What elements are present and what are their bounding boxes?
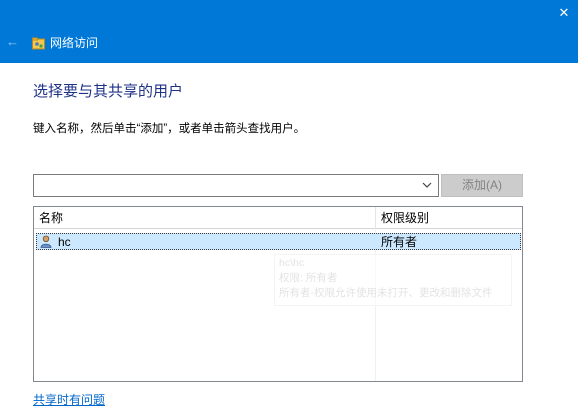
table-row[interactable]: hc 所有者 — [36, 233, 521, 250]
title-bar: ✕ ← 网络访问 — [0, 0, 578, 63]
column-divider[interactable] — [375, 207, 376, 229]
chevron-down-icon[interactable] — [422, 178, 432, 192]
column-header-name[interactable]: 名称 — [39, 211, 63, 225]
page-heading: 选择要与其共享的用户 — [33, 83, 184, 100]
user-name: hc — [58, 235, 71, 249]
faded-tooltip: hc\hc 权限: 所有者 所有者-权限允许使用未打开、更改和删除文件 — [274, 254, 512, 306]
instruction-text: 键入名称，然后单击“添加”，或者单击箭头查找用户。 — [33, 123, 306, 135]
tooltip-line: 所有者-权限允许使用未打开、更改和删除文件 — [279, 287, 493, 299]
sharing-help-link[interactable]: 共享时有问题 — [33, 393, 105, 407]
close-button[interactable]: ✕ — [550, 0, 578, 28]
user-icon — [40, 235, 52, 248]
user-name-input[interactable] — [36, 176, 416, 195]
tooltip-line: hc\hc — [279, 257, 305, 269]
list-header: 名称 权限级别 — [34, 207, 522, 229]
window-title: 网络访问 — [50, 36, 99, 50]
permission-level[interactable]: 所有者 — [381, 235, 417, 249]
add-button[interactable]: 添加(A) — [441, 174, 523, 197]
network-share-icon — [32, 37, 45, 50]
tooltip-line: 权限: 所有者 — [279, 272, 338, 284]
user-list[interactable]: 名称 权限级别 hc\hc 权限: 所有者 所有者-权限允许使用未打开、更改和删… — [33, 206, 523, 382]
column-header-permission[interactable]: 权限级别 — [381, 211, 429, 225]
user-name-combobox[interactable] — [33, 174, 439, 197]
back-button[interactable]: ← — [6, 35, 19, 49]
